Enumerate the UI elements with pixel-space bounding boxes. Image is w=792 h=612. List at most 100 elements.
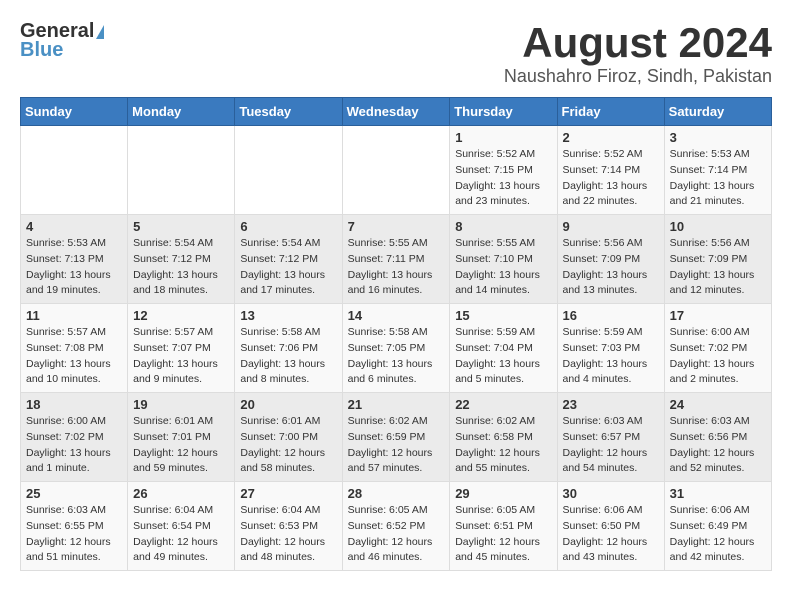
day-number: 20 [240,397,336,412]
day-number: 6 [240,219,336,234]
calendar-cell: 26 Sunrise: 6:04 AM Sunset: 6:54 PM Dayli… [128,482,235,571]
day-info: Sunrise: 5:52 AM Sunset: 7:14 PM Dayligh… [563,147,659,210]
day-number: 27 [240,486,336,501]
day-number: 9 [563,219,659,234]
day-number: 8 [455,219,551,234]
day-number: 31 [670,486,766,501]
title-section: August 2024 Naushahro Firoz, Sindh, Paki… [504,20,772,87]
day-number: 4 [26,219,122,234]
day-info: Sunrise: 6:00 AM Sunset: 7:02 PM Dayligh… [670,325,766,388]
day-info: Sunrise: 6:04 AM Sunset: 6:53 PM Dayligh… [240,503,336,566]
calendar-cell: 13Sunrise: 5:58 AM Sunset: 7:06 PM Dayli… [235,304,342,393]
day-info: Sunrise: 5:59 AM Sunset: 7:04 PM Dayligh… [455,325,551,388]
calendar-cell: 9Sunrise: 5:56 AM Sunset: 7:09 PM Daylig… [557,215,664,304]
day-number: 26 [133,486,229,501]
calendar-title: August 2024 [504,20,772,66]
calendar-cell [21,126,128,215]
weekday-header-monday: Monday [128,98,235,126]
calendar-cell: 28Sunrise: 6:05 AM Sunset: 6:52 PM Dayli… [342,482,450,571]
logo-blue: Blue [20,39,63,62]
day-number: 23 [563,397,659,412]
day-info: Sunrise: 5:56 AM Sunset: 7:09 PM Dayligh… [670,236,766,299]
day-info: Sunrise: 5:58 AM Sunset: 7:05 PM Dayligh… [348,325,445,388]
calendar-cell: 4 Sunrise: 5:53 AM Sunset: 7:13 PM Daylig… [21,215,128,304]
calendar-cell: 24 Sunrise: 6:03 AM Sunset: 6:56 PM Dayli… [664,393,771,482]
weekday-header-row: SundayMondayTuesdayWednesdayThursdayFrid… [21,98,772,126]
day-info: Sunrise: 5:55 AM Sunset: 7:10 PM Dayligh… [455,236,551,299]
calendar-cell: 25Sunrise: 6:03 AM Sunset: 6:55 PM Dayli… [21,482,128,571]
calendar-cell: 15 Sunrise: 5:59 AM Sunset: 7:04 PM Dayli… [450,304,557,393]
calendar-cell: 2 Sunrise: 5:52 AM Sunset: 7:14 PM Daylig… [557,126,664,215]
day-number: 30 [563,486,659,501]
day-info: Sunrise: 6:03 AM Sunset: 6:57 PM Dayligh… [563,414,659,477]
header: General Blue August 2024 Naushahro Firoz… [20,20,772,87]
week-row-2: 4 Sunrise: 5:53 AM Sunset: 7:13 PM Daylig… [21,215,772,304]
day-number: 11 [26,308,122,323]
day-number: 15 [455,308,551,323]
day-info: Sunrise: 5:54 AM Sunset: 7:12 PM Dayligh… [240,236,336,299]
calendar-table: SundayMondayTuesdayWednesdayThursdayFrid… [20,97,772,571]
calendar-cell: 14 Sunrise: 5:58 AM Sunset: 7:05 PM Dayli… [342,304,450,393]
day-number: 2 [563,130,659,145]
weekday-header-thursday: Thursday [450,98,557,126]
day-info: Sunrise: 5:54 AM Sunset: 7:12 PM Dayligh… [133,236,229,299]
logo-triangle-icon [96,25,104,39]
calendar-cell: 31Sunrise: 6:06 AM Sunset: 6:49 PM Dayli… [664,482,771,571]
logo: General Blue [20,20,104,62]
day-number: 17 [670,308,766,323]
day-info: Sunrise: 6:05 AM Sunset: 6:52 PM Dayligh… [348,503,445,566]
day-number: 7 [348,219,445,234]
calendar-cell: 21Sunrise: 6:02 AM Sunset: 6:59 PM Dayli… [342,393,450,482]
calendar-cell [128,126,235,215]
calendar-cell [342,126,450,215]
calendar-cell: 6 Sunrise: 5:54 AM Sunset: 7:12 PM Daylig… [235,215,342,304]
calendar-subtitle: Naushahro Firoz, Sindh, Pakistan [504,66,772,87]
weekday-header-sunday: Sunday [21,98,128,126]
calendar-cell: 18Sunrise: 6:00 AM Sunset: 7:02 PM Dayli… [21,393,128,482]
weekday-header-saturday: Saturday [664,98,771,126]
day-info: Sunrise: 5:53 AM Sunset: 7:14 PM Dayligh… [670,147,766,210]
weekday-header-friday: Friday [557,98,664,126]
calendar-cell: 16Sunrise: 5:59 AM Sunset: 7:03 PM Dayli… [557,304,664,393]
day-number: 14 [348,308,445,323]
calendar-cell: 29 Sunrise: 6:05 AM Sunset: 6:51 PM Dayli… [450,482,557,571]
calendar-cell [235,126,342,215]
day-info: Sunrise: 6:03 AM Sunset: 6:56 PM Dayligh… [670,414,766,477]
week-row-3: 11 Sunrise: 5:57 AM Sunset: 7:08 PM Dayli… [21,304,772,393]
day-info: Sunrise: 6:05 AM Sunset: 6:51 PM Dayligh… [455,503,551,566]
week-row-1: 1 Sunrise: 5:52 AM Sunset: 7:15 PM Daylig… [21,126,772,215]
day-info: Sunrise: 6:02 AM Sunset: 6:58 PM Dayligh… [455,414,551,477]
day-number: 5 [133,219,229,234]
day-number: 10 [670,219,766,234]
calendar-cell: 12 Sunrise: 5:57 AM Sunset: 7:07 PM Dayli… [128,304,235,393]
calendar-cell: 1 Sunrise: 5:52 AM Sunset: 7:15 PM Daylig… [450,126,557,215]
day-number: 12 [133,308,229,323]
day-info: Sunrise: 6:01 AM Sunset: 7:01 PM Dayligh… [133,414,229,477]
calendar-cell: 22 Sunrise: 6:02 AM Sunset: 6:58 PM Dayli… [450,393,557,482]
day-number: 16 [563,308,659,323]
day-info: Sunrise: 5:58 AM Sunset: 7:06 PM Dayligh… [240,325,336,388]
day-info: Sunrise: 6:01 AM Sunset: 7:00 PM Dayligh… [240,414,336,477]
week-row-4: 18Sunrise: 6:00 AM Sunset: 7:02 PM Dayli… [21,393,772,482]
day-number: 1 [455,130,551,145]
calendar-cell: 27 Sunrise: 6:04 AM Sunset: 6:53 PM Dayli… [235,482,342,571]
day-info: Sunrise: 5:57 AM Sunset: 7:08 PM Dayligh… [26,325,122,388]
day-number: 29 [455,486,551,501]
day-number: 22 [455,397,551,412]
day-number: 24 [670,397,766,412]
calendar-cell: 23 Sunrise: 6:03 AM Sunset: 6:57 PM Dayli… [557,393,664,482]
calendar-cell: 5 Sunrise: 5:54 AM Sunset: 7:12 PM Daylig… [128,215,235,304]
day-number: 19 [133,397,229,412]
calendar-cell: 8 Sunrise: 5:55 AM Sunset: 7:10 PM Daylig… [450,215,557,304]
calendar-cell: 20 Sunrise: 6:01 AM Sunset: 7:00 PM Dayli… [235,393,342,482]
day-info: Sunrise: 5:52 AM Sunset: 7:15 PM Dayligh… [455,147,551,210]
day-info: Sunrise: 5:53 AM Sunset: 7:13 PM Dayligh… [26,236,122,299]
calendar-cell: 11 Sunrise: 5:57 AM Sunset: 7:08 PM Dayli… [21,304,128,393]
day-info: Sunrise: 6:06 AM Sunset: 6:50 PM Dayligh… [563,503,659,566]
day-info: Sunrise: 5:57 AM Sunset: 7:07 PM Dayligh… [133,325,229,388]
calendar-cell: 10 Sunrise: 5:56 AM Sunset: 7:09 PM Dayli… [664,215,771,304]
day-number: 25 [26,486,122,501]
calendar-cell: 7Sunrise: 5:55 AM Sunset: 7:11 PM Daylig… [342,215,450,304]
calendar-cell: 17 Sunrise: 6:00 AM Sunset: 7:02 PM Dayli… [664,304,771,393]
day-info: Sunrise: 6:04 AM Sunset: 6:54 PM Dayligh… [133,503,229,566]
